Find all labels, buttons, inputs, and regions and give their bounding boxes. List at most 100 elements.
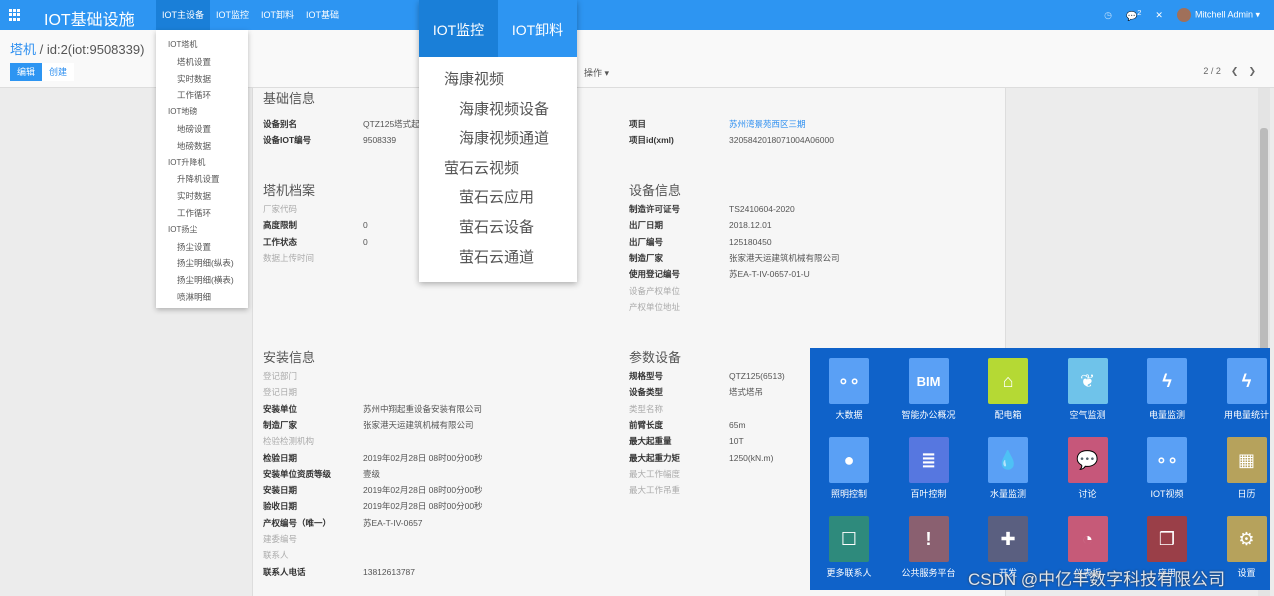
app-tile[interactable]: ● 照明控制 (809, 437, 889, 500)
app-tile[interactable]: 💧 水量监测 (968, 437, 1048, 500)
prev-icon[interactable]: ❮ (1231, 66, 1239, 77)
field-row: 项目id(xml) 3205842018071004A06000 (629, 134, 989, 146)
field-label: 登记日期 (263, 387, 298, 398)
field-row: 安装单位资质等级 壹级 (263, 468, 623, 480)
app-tile[interactable]: ☐ 更多联系人 (809, 516, 889, 579)
field-value: 3205842018071004A06000 (729, 135, 834, 146)
field-label: 设备别名 (263, 119, 298, 129)
blinds-icon: ≣ (908, 437, 949, 483)
tab-iot-monitor[interactable]: IOT监控 (419, 0, 498, 57)
menu-item[interactable]: 工作循环 (156, 87, 248, 104)
app-title: IOT基础设施 (44, 12, 135, 29)
field-label: 类型名称 (629, 403, 664, 414)
field-label: 最大起重力矩 (629, 452, 681, 463)
menu-item[interactable]: 地磅数据 (156, 138, 248, 155)
app-label: 公共服务平台 (901, 568, 956, 578)
field-link[interactable]: 苏州湾景苑西区三期 (729, 119, 806, 129)
field-row: 出厂编号 125180450 (629, 236, 989, 248)
app-tile[interactable]: ϟ 用电量统计 (1207, 358, 1274, 421)
edit-button[interactable]: 编辑 (10, 63, 43, 81)
box-icon: ! (908, 516, 949, 562)
actions-dropdown[interactable]: 操作 ▾ (584, 66, 609, 79)
app-tile[interactable]: ϟ 电量监测 (1127, 358, 1207, 421)
next-icon[interactable]: ❯ (1248, 66, 1256, 77)
app-label: 用电量统计 (1223, 410, 1269, 420)
app-tile[interactable]: ∘∘ 大数据 (809, 358, 889, 421)
chat-icon[interactable]: 💬2 (1126, 8, 1141, 22)
menu-item[interactable]: 实时数据 (156, 71, 248, 88)
main-device-dropdown: IOT塔机 塔机设置 实时数据 工作循环 IOT地磅 地磅设置 地磅数据 IOT升降机 升降机设… (156, 30, 248, 308)
menu-item[interactable]: 海康视频设备 (419, 95, 577, 125)
app-tile[interactable]: ▦ 日历 (1207, 437, 1274, 500)
house-bolt-icon: ⌂ (988, 358, 1028, 404)
menu-iot-main-device[interactable]: IOT主设备 (156, 0, 210, 30)
tab-iot-unload[interactable]: IOT卸料 (498, 0, 577, 57)
cubes-icon: ❒ (1147, 516, 1187, 562)
menu-item[interactable]: 实时数据 (156, 188, 248, 205)
app-label: 更多联系人 (826, 568, 872, 578)
menu-item[interactable]: 升降机设置 (156, 171, 248, 188)
menu-item[interactable]: 工作循环 (156, 205, 248, 222)
field-label: 登记部门 (263, 371, 298, 381)
app-tile[interactable]: ! 公共服务平台 (889, 516, 969, 579)
monitor-dropdown: IOT监控 IOT卸料 海康视频 海康视频设备 海康视频通道 萤石云视频 萤石云应用 萤石… (419, 0, 577, 282)
app-tile[interactable]: BIM 智能办公概况 (889, 358, 969, 421)
field-label: 验收日期 (263, 501, 298, 512)
field-label: 规格型号 (629, 371, 664, 381)
field-label: 制造许可证号 (629, 204, 681, 214)
app-tile[interactable]: ❦ 空气监测 (1048, 358, 1128, 421)
menu-group-header: 萤石云视频 (444, 159, 520, 177)
app-tile[interactable]: ≣ 百叶控制 (889, 437, 969, 500)
app-tile[interactable]: ⌂ 配电箱 (968, 358, 1048, 421)
field-label: 数据上传时间 (263, 252, 315, 263)
field-label: 检验日期 (263, 452, 298, 463)
menu-item[interactable]: 扬尘设置 (156, 239, 248, 256)
menu-iot-unload[interactable]: IOT卸料 (255, 0, 300, 30)
field-label: 设备IOT编号 (263, 135, 312, 146)
field-label: 设备类型 (629, 387, 664, 398)
drop-icon: 💧 (988, 437, 1028, 483)
pager-value: 2 / 2 (1203, 66, 1221, 76)
field-row: 联系人电话 13812613787 (263, 566, 623, 578)
gauge-icon: ◔ (1067, 516, 1108, 562)
field-label: 建委编号 (263, 534, 298, 544)
field-label: 工作状态 (263, 236, 298, 247)
close-icon[interactable]: ✕ (1155, 10, 1163, 21)
app-label: IOT视频 (1150, 489, 1184, 499)
menu-item[interactable]: 扬尘明细(纵表) (156, 255, 248, 272)
field-label: 最大工作幅度 (629, 468, 681, 479)
avatar (1176, 8, 1191, 22)
user-name: Mitchell Admin (1194, 9, 1253, 20)
menu-item[interactable]: 扬尘明细(横表) (156, 272, 248, 289)
field-label: 安装单位 (263, 403, 298, 414)
breadcrumb-current: / id:2(iot:9508339) (36, 42, 145, 57)
clock-icon[interactable]: ◷ (1104, 10, 1112, 21)
app-label: 智能办公概况 (901, 410, 956, 420)
menu-item[interactable]: 萤石云通道 (419, 243, 577, 273)
menu-iot-monitor[interactable]: IOT监控 (210, 0, 255, 30)
field-row: 联系人 (263, 549, 623, 561)
app-tile[interactable]: ∘∘ IOT视频 (1127, 437, 1207, 500)
menu-iot-base[interactable]: IOT基础 (300, 0, 345, 30)
field-value: 9508339 (363, 135, 397, 146)
create-button[interactable]: 创建 (42, 63, 75, 81)
menu-item[interactable]: 地磅设置 (156, 121, 248, 138)
menu-item[interactable]: 喷淋明细 (156, 289, 248, 306)
breadcrumb: 塔机 / id:2(iot:9508339) (10, 39, 144, 58)
breadcrumb-parent[interactable]: 塔机 (10, 42, 36, 57)
menu-item[interactable]: 萤石云设备 (419, 213, 577, 243)
field-row: 制造厂家 张家港天运建筑机械有限公司 (629, 252, 989, 264)
field-label: 最大起重量 (629, 436, 672, 447)
menu-item[interactable]: 塔机设置 (156, 54, 248, 71)
field-label: 产权单位地址 (629, 301, 681, 312)
field-label: 安装单位资质等级 (263, 468, 332, 479)
field-label: 项目 (629, 119, 647, 129)
app-tile[interactable]: 💬 讨论 (1048, 437, 1128, 500)
app-grid-icon[interactable] (9, 9, 21, 21)
menu-item[interactable]: 萤石云应用 (419, 183, 577, 213)
menu-item[interactable]: 海康视频通道 (419, 124, 577, 154)
user-menu[interactable]: Mitchell Admin ▾ (1176, 8, 1260, 22)
field-label: 厂家代码 (263, 204, 298, 214)
field-value: 壹级 (363, 468, 381, 479)
menu-group-header: 海康视频 (444, 71, 505, 88)
